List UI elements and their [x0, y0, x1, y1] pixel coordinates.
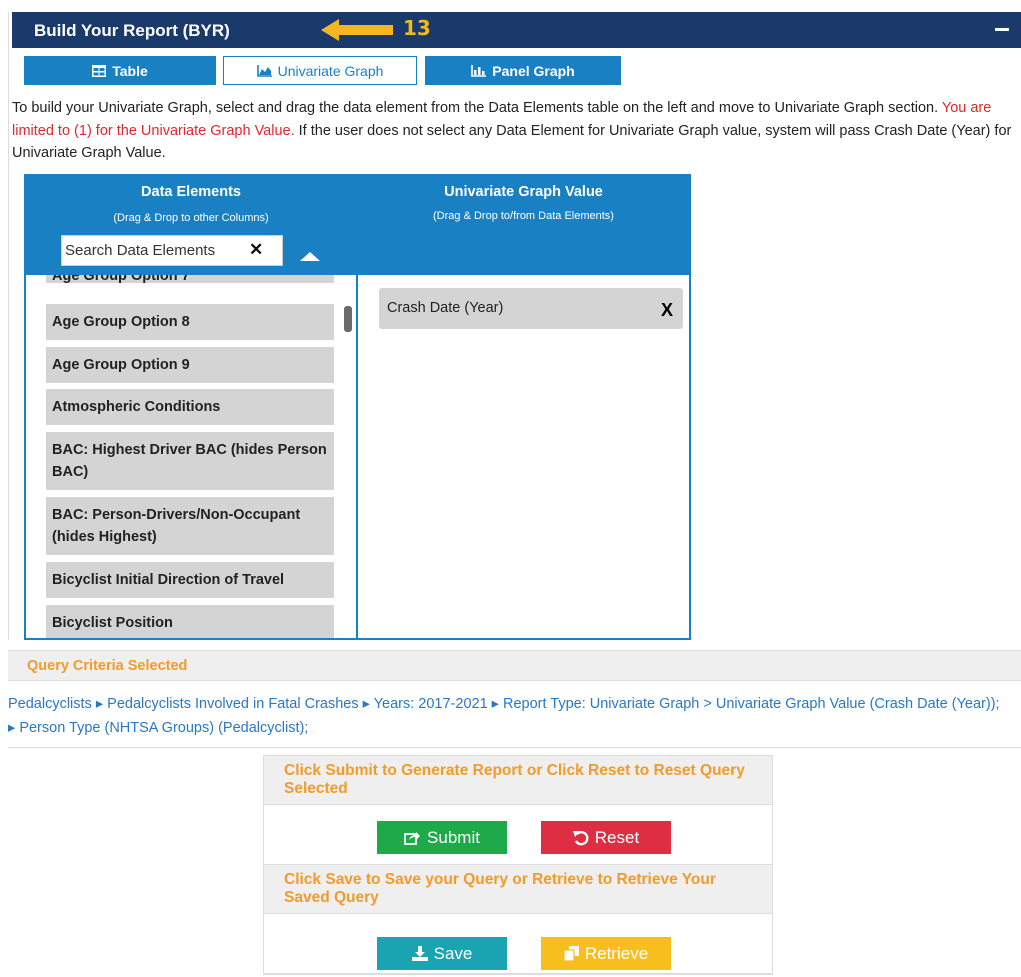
query-criteria-bar: Query Criteria Selected — [8, 650, 1021, 681]
share-icon — [404, 832, 421, 845]
tab-label: Univariate Graph — [277, 62, 384, 79]
list-item[interactable]: Bicyclist Initial Direction of Travel — [46, 562, 334, 598]
univariate-value-header: Univariate Graph Value (Drag & Drop to/f… — [358, 176, 689, 275]
remove-value-icon[interactable]: X — [661, 300, 673, 321]
univariate-value-panel: Univariate Graph Value (Drag & Drop to/f… — [358, 174, 691, 640]
query-criteria-text: Pedalcyclists ▸ Pedalcyclists Involved i… — [8, 692, 1008, 740]
save-area — [264, 914, 772, 974]
page-title: Build Your Report (BYR) — [34, 21, 230, 40]
crumb: Pedalcyclists Involved in Fatal Crashes — [107, 696, 359, 712]
area-chart-icon — [256, 64, 272, 77]
clear-search-icon[interactable]: ✕ — [249, 240, 263, 260]
bar-chart-icon — [471, 64, 487, 77]
reset-button[interactable]: Reset — [541, 821, 671, 854]
list-item[interactable]: BAC: Highest Driver BAC (hides Person BA… — [46, 432, 334, 490]
tab-univariate-graph[interactable]: Univariate Graph — [223, 56, 417, 85]
univariate-value-title: Univariate Graph Value — [444, 184, 603, 200]
tab-panel-graph[interactable]: Panel Graph — [425, 56, 621, 85]
instructions-text: To build your Univariate Graph, select a… — [12, 97, 1021, 165]
download-icon — [411, 946, 428, 961]
list-item[interactable]: Age Group Option 7 — [46, 275, 334, 284]
list-item[interactable]: BAC: Person-Drivers/Non-Occupant (hides … — [46, 497, 334, 555]
data-elements-subtitle: (Drag & Drop to other Columns) — [113, 212, 269, 224]
query-criteria-title: Query Criteria Selected — [27, 658, 188, 674]
submit-area — [264, 805, 772, 865]
save-button[interactable]: Save — [377, 937, 507, 970]
crumb: Report Type: Univariate Graph > Univaria… — [502, 696, 1000, 712]
copy-icon — [563, 946, 579, 961]
submit-label: Submit — [427, 827, 480, 847]
scrollbar-thumb[interactable] — [344, 306, 352, 332]
data-elements-header: Data Elements (Drag & Drop to other Colu… — [26, 176, 356, 275]
tab-label: Table — [112, 62, 148, 79]
list-item[interactable]: Age Group Option 8 — [46, 304, 334, 340]
retrieve-button[interactable]: Retrieve — [541, 937, 671, 970]
selected-value-chip[interactable]: Crash Date (Year) X — [379, 288, 683, 329]
collapse-up-icon[interactable] — [300, 252, 320, 261]
save-heading: Click Save to Save your Query or Retriev… — [264, 865, 772, 914]
table-icon — [92, 64, 107, 77]
list-item[interactable]: Bicyclist Position — [46, 605, 334, 638]
save-label: Save — [433, 943, 473, 963]
selected-value-label: Crash Date (Year) — [387, 300, 504, 316]
minimize-icon[interactable] — [995, 28, 1009, 31]
retrieve-label: Retrieve — [584, 943, 649, 963]
univariate-value-subtitle: (Drag & Drop to/from Data Elements) — [433, 210, 614, 222]
crumb-separator-icon: ▸ — [487, 696, 503, 712]
data-elements-list[interactable]: Age Group Option 7 Age Group Option 8 Ag… — [26, 275, 356, 638]
annotation-arrow-icon — [321, 19, 393, 41]
submit-button[interactable]: Submit — [377, 821, 507, 854]
tab-label: Panel Graph — [492, 62, 575, 79]
action-panel: Click Submit to Generate Report or Click… — [263, 755, 773, 975]
crumb-separator-icon: ▸ — [91, 696, 108, 712]
panel-left-border — [8, 12, 9, 640]
instructions-part1: To build your Univariate Graph, select a… — [12, 100, 942, 116]
byr-header: Build Your Report (BYR) — [12, 12, 1021, 48]
submit-heading: Click Submit to Generate Report or Click… — [264, 756, 772, 805]
list-item[interactable]: Age Group Option 9 — [46, 347, 334, 383]
crumb: Pedalcyclists — [8, 696, 92, 712]
search-box: ✕ — [61, 235, 283, 266]
crumb: Person Type (NHTSA Groups) (Pedalcyclist… — [19, 720, 309, 736]
data-elements-panel: Data Elements (Drag & Drop to other Colu… — [24, 174, 358, 640]
crumb-separator-icon: ▸ — [358, 696, 374, 712]
list-item[interactable]: Atmospheric Conditions — [46, 389, 334, 425]
search-input[interactable] — [62, 236, 252, 265]
tab-table[interactable]: Table — [24, 56, 216, 85]
crumb-separator-icon: ▸ — [8, 720, 20, 736]
data-elements-title: Data Elements — [141, 184, 241, 200]
annotation-number: 13 — [403, 16, 431, 40]
undo-icon — [572, 830, 589, 845]
reset-label: Reset — [594, 827, 640, 847]
crumb: Years: 2017-2021 — [373, 696, 488, 712]
